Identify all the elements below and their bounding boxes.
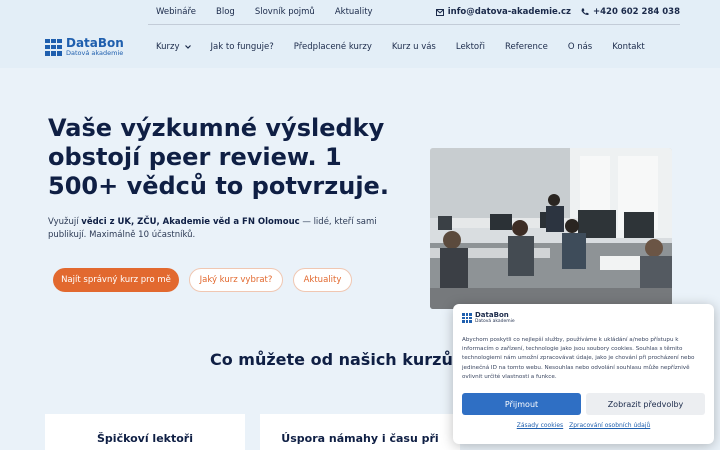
classroom-photo	[430, 148, 672, 309]
menu-item-prepaid[interactable]: Předplacené kurzy	[294, 42, 372, 52]
accept-cookies-button[interactable]: Přijmout	[462, 393, 581, 415]
phone-link[interactable]: +420 602 284 038	[581, 7, 680, 17]
top-link-glossary[interactable]: Slovník pojmů	[255, 7, 315, 17]
cookie-links: Zásady cookies Zpracování osobních údajů	[453, 422, 714, 429]
find-course-button[interactable]: Najít správný kurz pro mě	[53, 268, 179, 292]
logo-subtitle: Datová akademie	[66, 49, 124, 57]
top-link-webinars[interactable]: Webináře	[156, 7, 196, 17]
chevron-down-icon	[184, 44, 191, 49]
main-menu: Kurzy Jak to funguje? Předplacené kurzy …	[156, 25, 665, 68]
logo-brand: DataBon	[66, 36, 124, 50]
top-link-blog[interactable]: Blog	[216, 7, 235, 17]
logo[interactable]: DataBon Datová akademie	[45, 37, 124, 57]
logo-mark-icon	[45, 38, 62, 56]
logo-text: DataBon Datová akademie	[66, 37, 124, 57]
phone-text: +420 602 284 038	[593, 7, 680, 17]
cookie-consent-dialog: DataBon Datová akademie Abychom poskytli…	[453, 304, 714, 444]
feature-card: Úspora námahy i času při	[260, 414, 460, 450]
cookie-policy-link[interactable]: Zásady cookies	[517, 422, 563, 429]
news-button[interactable]: Aktuality	[293, 268, 352, 292]
top-links: Webináře Blog Slovník pojmů Aktuality	[156, 0, 393, 24]
menu-item-references[interactable]: Reference	[505, 42, 548, 52]
feature-card-title: Úspora námahy i času při	[281, 432, 439, 445]
mail-icon	[435, 8, 444, 16]
menu-item-courses[interactable]: Kurzy	[156, 42, 191, 52]
phone-icon	[581, 8, 589, 16]
top-bar: Webináře Blog Slovník pojmů Aktuality in…	[0, 0, 720, 24]
feature-card: Špičkoví lektoři	[45, 414, 245, 450]
privacy-policy-link[interactable]: Zpracování osobních údajů	[569, 422, 650, 429]
hero-headline: Vaše výzkumné výsledky obstojí peer revi…	[48, 114, 389, 200]
lead-pre: Využují	[48, 217, 82, 227]
top-contact: info@datova-akademie.cz +420 602 284 038	[426, 0, 680, 24]
cookie-text: Abychom poskytli co nejlepší služby, pou…	[462, 337, 695, 380]
menu-item-in-house[interactable]: Kurz u vás	[392, 42, 436, 52]
hero-lead: Využují vědci z UK, ZČU, Akademie věd a …	[48, 216, 388, 242]
cookie-preferences-button[interactable]: Zobrazit předvolby	[586, 393, 705, 415]
menu-item-lecturers[interactable]: Lektoři	[456, 42, 485, 52]
logo-mark-icon	[462, 313, 472, 323]
menu-item-courses-label: Kurzy	[156, 41, 180, 52]
cookie-logo-brand: DataBon	[475, 311, 509, 319]
top-link-news[interactable]: Aktuality	[335, 7, 373, 17]
email-text: info@datova-akademie.cz	[447, 7, 572, 17]
section-title: Co můžete od našich kurzů oč	[210, 350, 479, 369]
menu-item-how-it-works[interactable]: Jak to funguje?	[211, 42, 274, 52]
email-link[interactable]: info@datova-akademie.cz	[435, 7, 572, 17]
lead-bold: vědci z UK, ZČU, Akademie věd a FN Olomo…	[81, 217, 300, 227]
which-course-button[interactable]: Jaký kurz vybrat?	[189, 268, 283, 292]
menu-item-about[interactable]: O nás	[568, 42, 592, 52]
cookie-logo-subtitle: Datová akademie	[475, 319, 515, 324]
cookie-logo: DataBon Datová akademie	[462, 312, 515, 324]
menu-item-contact[interactable]: Kontakt	[612, 42, 645, 52]
feature-card-title: Špičkoví lektoři	[97, 432, 193, 445]
